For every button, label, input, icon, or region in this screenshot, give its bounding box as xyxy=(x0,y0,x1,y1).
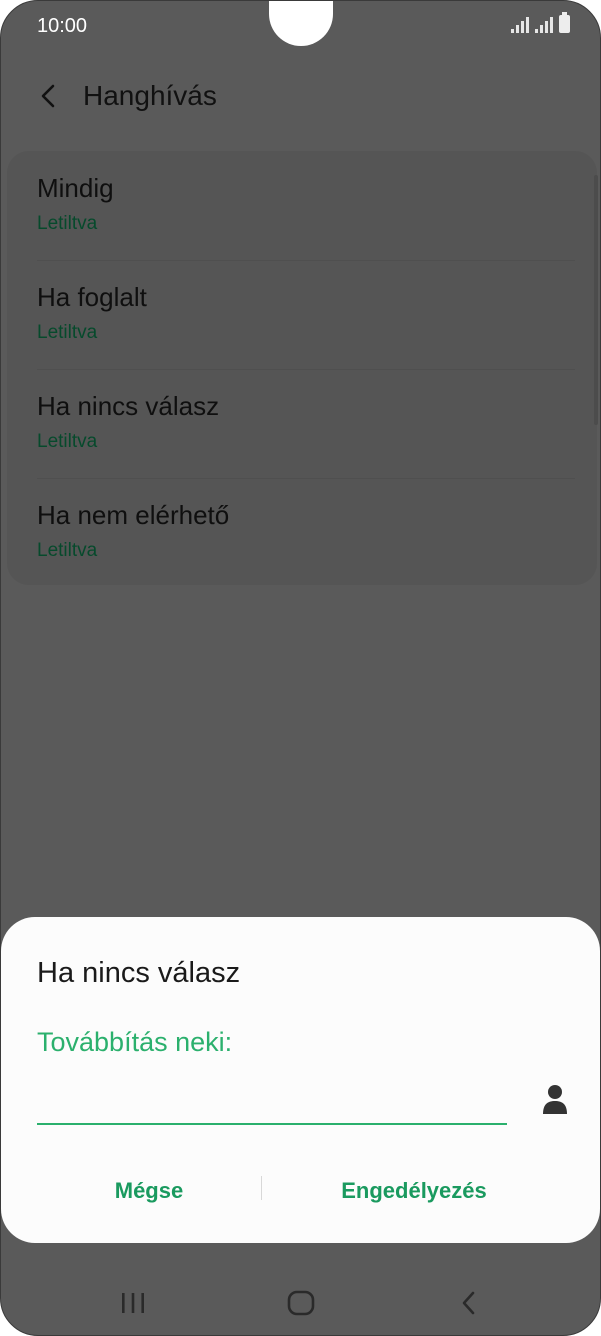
back-button[interactable] xyxy=(23,70,75,122)
list-item-always[interactable]: Mindig Letiltva xyxy=(37,151,575,260)
camera-notch xyxy=(269,1,333,46)
dialog-title: Ha nincs válasz xyxy=(37,957,241,989)
chevron-left-icon xyxy=(41,84,55,108)
enable-button[interactable]: Engedélyezés xyxy=(301,1171,527,1211)
list-item-busy[interactable]: Ha foglalt Letiltva xyxy=(37,260,575,369)
home-icon xyxy=(287,1290,315,1316)
list-item-status: Letiltva xyxy=(37,540,98,561)
contacts-button[interactable] xyxy=(535,1077,575,1121)
list-item-status: Letiltva xyxy=(37,322,98,343)
status-icons xyxy=(511,12,570,33)
page-title: Hanghívás xyxy=(83,80,217,111)
recents-button[interactable] xyxy=(103,1283,163,1323)
status-time: 10:00 xyxy=(37,15,88,37)
list-item-status: Letiltva xyxy=(37,213,98,234)
phone-screen: 10:00 Hanghívás Mindig Letiltva Ha fogla… xyxy=(0,0,601,1336)
navigation-bar xyxy=(1,1263,600,1335)
list-item-label: Ha nincs válasz xyxy=(37,391,220,421)
forward-to-label: Továbbítás neki: xyxy=(37,1027,233,1057)
forwarding-options-list: Mindig Letiltva Ha foglalt Letiltva Ha n… xyxy=(7,151,597,585)
signal-icon xyxy=(511,15,529,33)
list-item-label: Mindig xyxy=(37,173,114,203)
back-icon xyxy=(462,1291,475,1315)
list-item-status: Letiltva xyxy=(37,431,98,452)
list-item-label: Ha nem elérhető xyxy=(37,500,230,530)
list-item-no-answer[interactable]: Ha nincs válasz Letiltva xyxy=(37,369,575,478)
forward-number-input[interactable] xyxy=(37,1077,507,1125)
nav-back-button[interactable] xyxy=(439,1283,499,1323)
button-divider xyxy=(261,1176,262,1200)
signal-icon xyxy=(535,15,553,33)
list-item-label: Ha foglalt xyxy=(37,282,147,312)
recents-icon xyxy=(122,1293,144,1313)
battery-icon xyxy=(559,12,570,33)
home-button[interactable] xyxy=(271,1283,331,1323)
cancel-button[interactable]: Mégse xyxy=(61,1171,237,1211)
app-header: Hanghívás xyxy=(1,61,600,131)
scrollbar[interactable] xyxy=(594,175,598,425)
list-item-unreachable[interactable]: Ha nem elérhető Letiltva xyxy=(37,478,575,587)
person-icon xyxy=(543,1085,567,1114)
forwarding-dialog: Ha nincs válasz Továbbítás neki: Mégse E… xyxy=(1,917,600,1243)
